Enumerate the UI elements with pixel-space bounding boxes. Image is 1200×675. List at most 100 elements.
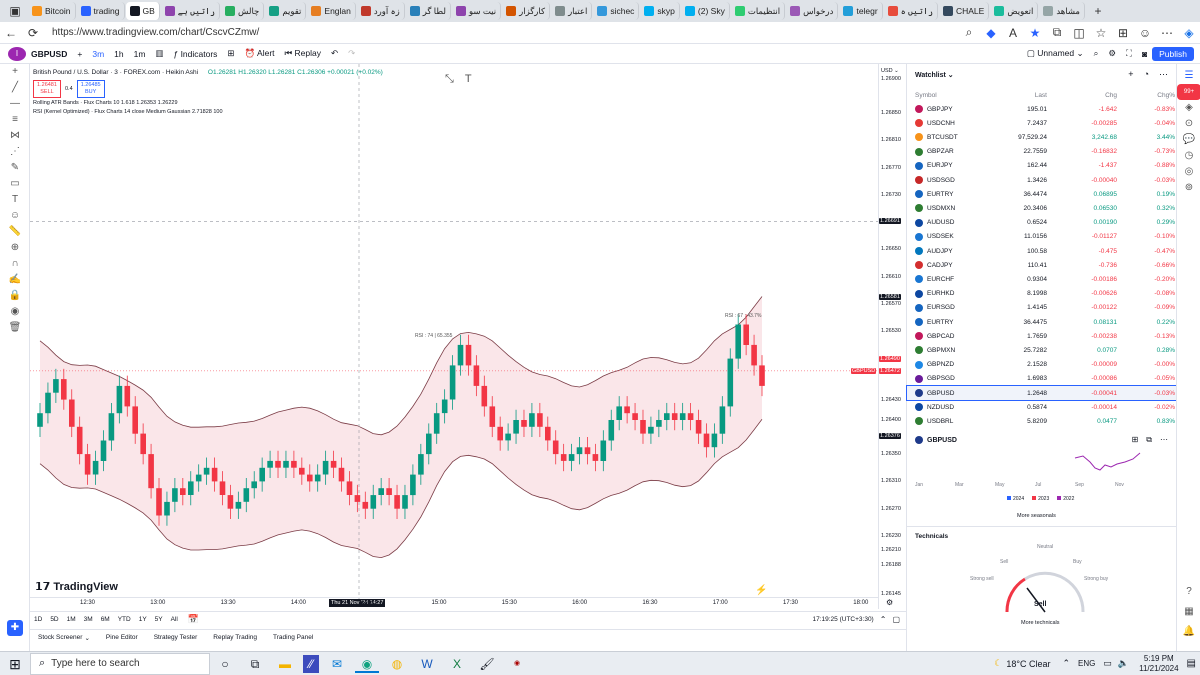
redo-icon[interactable]: ↷ bbox=[343, 48, 360, 59]
copy-icon[interactable]: ⧉ bbox=[1146, 435, 1152, 445]
chart-pane[interactable] bbox=[30, 64, 878, 599]
profile-icon[interactable]: ☺ bbox=[1134, 26, 1156, 40]
sell-button[interactable]: 1.26481 SELL bbox=[33, 80, 61, 98]
watchlist-row[interactable]: GBPUSD 1.2648 -0.00041 -0.03% bbox=[906, 385, 1178, 401]
browser-tab[interactable]: skyp bbox=[640, 2, 680, 20]
browser-tab[interactable]: کارگزار bbox=[502, 2, 551, 20]
watchlist-row[interactable]: EURTRY 36.4475 0.08131 0.22% bbox=[907, 315, 1177, 329]
task-view-icon[interactable]: ⧉ bbox=[243, 655, 267, 673]
add-symbol-button[interactable]: + bbox=[72, 49, 87, 59]
watchlist-row[interactable]: GBPZAR 22.7559 -0.16832 -0.73% bbox=[907, 145, 1177, 159]
price-axis[interactable]: USD ⌄ 1.26900 1.26850 1.26810 1.26770 1.2673… bbox=[851, 64, 906, 609]
watchlist-title[interactable]: Watchlist ⌄ bbox=[915, 71, 954, 79]
detail-more-icon[interactable]: ⋯ bbox=[1160, 435, 1168, 445]
channel-icon[interactable]: ⋰ bbox=[0, 144, 30, 160]
copilot-icon[interactable]: ◈ bbox=[1178, 26, 1200, 40]
edge-icon[interactable]: ◉ bbox=[355, 655, 379, 673]
alert-button[interactable]: ⏰ Alert bbox=[240, 48, 280, 59]
hotlist-icon[interactable]: ⊙ bbox=[1177, 116, 1200, 132]
indicator-rsi-kernel[interactable]: RSI (Kernel Optimized) · Flux Charts 14 … bbox=[33, 107, 383, 117]
emoji-icon[interactable]: ☺ bbox=[0, 208, 30, 224]
clock-widget[interactable]: 5:19 PM 11/21/2024 bbox=[1139, 654, 1178, 674]
range-all[interactable]: All bbox=[167, 616, 182, 623]
header-last[interactable]: Last bbox=[1035, 92, 1047, 99]
data-window-icon[interactable]: ◈ bbox=[1177, 100, 1200, 116]
watchlist-row[interactable]: EURJPY 162.44 -1.437 -0.88% bbox=[907, 159, 1177, 173]
trendline-icon[interactable]: ╱ bbox=[0, 80, 30, 96]
fullscreen-icon[interactable]: ⛶ bbox=[1121, 48, 1137, 59]
lock-drawing-icon[interactable]: ✍ bbox=[0, 272, 30, 288]
watchlist-row[interactable]: USDMXN 20.3406 0.06530 0.32% bbox=[907, 201, 1177, 215]
watchlist-row[interactable]: NZDUSD 0.5874 -0.00014 -0.02% bbox=[907, 400, 1177, 414]
browser-tab[interactable]: trading bbox=[77, 2, 125, 20]
browser-tab[interactable]: نیت سو bbox=[452, 2, 502, 20]
range-5y[interactable]: 5Y bbox=[151, 616, 167, 623]
interval-1m[interactable]: 1m bbox=[129, 49, 151, 59]
watchlist-row[interactable]: EURCHF 0.9304 -0.00186 -0.20% bbox=[907, 272, 1177, 286]
watchlist-sidebar-icon[interactable]: ☰ bbox=[1177, 68, 1200, 84]
chrome-icon[interactable]: ◍ bbox=[385, 655, 409, 673]
notifications-icon[interactable]: 🔔 bbox=[1177, 624, 1200, 640]
excel-icon[interactable]: X bbox=[445, 655, 469, 673]
watchlist-row[interactable]: BTCUSDT 97,529.24 3,242.68 3.44% bbox=[907, 130, 1177, 144]
trash-icon[interactable]: 🗑 bbox=[0, 320, 30, 336]
lightning-icon[interactable]: ⚡ bbox=[755, 585, 767, 596]
browser-tab[interactable]: اتعویض bbox=[990, 2, 1039, 20]
watchlist-row[interactable]: USDCNH 7.2437 -0.00285 -0.04% bbox=[907, 116, 1177, 130]
header-chgp[interactable]: Chg% bbox=[1157, 92, 1175, 99]
back-icon[interactable]: ← bbox=[0, 26, 22, 40]
collapse-icon[interactable]: ⌃ bbox=[880, 615, 887, 624]
app-icon-blue[interactable]: ⁄⁄ bbox=[303, 654, 319, 673]
watchlist-row[interactable]: AUDJPY 100.58 -0.475 -0.47% bbox=[907, 244, 1177, 258]
favorite-star-icon[interactable]: ★ bbox=[1024, 26, 1046, 40]
crosshair-icon[interactable]: + bbox=[0, 64, 30, 80]
split-screen-icon[interactable]: ◫ bbox=[1068, 26, 1090, 40]
fib-icon[interactable]: ≡ bbox=[0, 112, 30, 128]
bottom-tab[interactable]: Replay Trading bbox=[205, 634, 265, 642]
currency-label[interactable]: USD ⌄ bbox=[881, 68, 899, 74]
cortana-icon[interactable]: ○ bbox=[213, 655, 237, 673]
browser-tab[interactable]: تقویم bbox=[265, 2, 307, 20]
chart-type-icon[interactable]: ▥ bbox=[150, 48, 168, 59]
browser-tab[interactable]: زہ آورد bbox=[357, 2, 405, 20]
ruler-icon[interactable]: 📏 bbox=[0, 224, 30, 240]
range-1y[interactable]: 1Y bbox=[135, 616, 151, 623]
browser-tab[interactable]: sichec bbox=[593, 2, 640, 20]
tray-chevron-icon[interactable]: ⌃ bbox=[1062, 658, 1070, 669]
user-avatar[interactable]: I bbox=[8, 46, 26, 61]
watchlist-row[interactable]: USDSEK 11.0156 -0.01127 -0.10% bbox=[907, 230, 1177, 244]
language-indicator[interactable]: ENG bbox=[1078, 659, 1095, 668]
browser-tab[interactable]: راتیں ہ bbox=[884, 2, 938, 20]
watchlist-row[interactable]: GBPSGD 1.6983 -0.00086 -0.05% bbox=[907, 372, 1177, 386]
draw-text-icon[interactable]: T bbox=[465, 73, 472, 85]
streams-icon[interactable]: ⊚ bbox=[1177, 180, 1200, 196]
symbol-search[interactable]: GBPUSD bbox=[26, 49, 72, 59]
calendar-icon[interactable]: ◷ bbox=[1177, 148, 1200, 164]
favorites-icon[interactable]: ☆ bbox=[1090, 26, 1112, 40]
interval-3m[interactable]: 3m bbox=[87, 49, 109, 59]
chat-icon[interactable]: 💬 bbox=[1177, 132, 1200, 148]
read-aloud-icon[interactable]: A bbox=[1002, 26, 1024, 40]
watchlist-row[interactable]: CADJPY 110.41 -0.736 -0.66% bbox=[907, 258, 1177, 272]
indicators-button[interactable]: ƒ Indicators bbox=[168, 49, 222, 59]
notification-center-icon[interactable]: ▤ bbox=[1187, 658, 1196, 669]
search-icon-toolbar[interactable]: ⌕ bbox=[1089, 48, 1104, 59]
watchlist-row[interactable]: EURSGD 1.4145 -0.00122 -0.09% bbox=[907, 301, 1177, 315]
browser-tab[interactable]: مشاهد bbox=[1039, 2, 1085, 20]
watchlist-more-icon[interactable]: ⋯ bbox=[1159, 69, 1168, 80]
browser-tab[interactable]: درخواس bbox=[786, 2, 839, 20]
range-3m[interactable]: 3M bbox=[80, 616, 97, 623]
extension-icon[interactable]: ◆ bbox=[980, 26, 1002, 40]
extensions-icon[interactable]: ⧉ bbox=[1046, 25, 1068, 40]
publish-button[interactable]: Publish bbox=[1152, 46, 1194, 61]
range-5d[interactable]: 5D bbox=[46, 616, 62, 623]
bottom-tab[interactable]: Strategy Tester bbox=[146, 634, 206, 642]
browser-tab[interactable]: راتیں ہے bbox=[161, 2, 221, 20]
range-ytd[interactable]: YTD bbox=[114, 616, 135, 623]
range-1m[interactable]: 1M bbox=[63, 616, 80, 623]
browser-tab[interactable]: لطا گر bbox=[406, 2, 451, 20]
browser-tab[interactable]: telegr bbox=[839, 2, 883, 20]
browser-tab[interactable]: چالش bbox=[221, 2, 265, 20]
help-icon[interactable]: ? bbox=[1177, 584, 1200, 600]
add-symbol-icon[interactable]: + bbox=[1128, 69, 1133, 80]
